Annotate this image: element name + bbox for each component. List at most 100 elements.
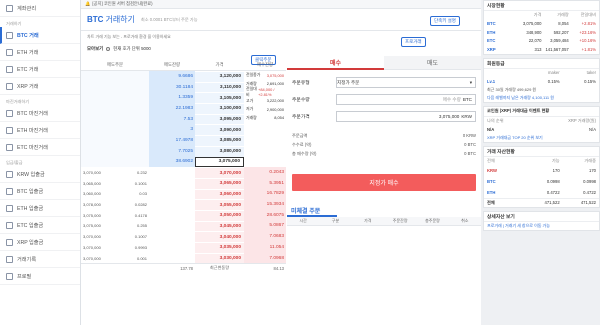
bid-row[interactable]: 3,078,000 0.0282 3,055,000 15.3934 bbox=[81, 199, 286, 210]
bid-row[interactable]: 3,075,000 0.4178 3,050,000 28.6075 bbox=[81, 209, 286, 221]
bid-row[interactable]: 3,060,000 0.03 3,060,000 16.7829 bbox=[81, 188, 286, 200]
ask-row[interactable]: 3 3,090,000 bbox=[81, 124, 286, 136]
sidebar-item[interactable]: 프로필 bbox=[0, 268, 80, 285]
tab-sell[interactable]: 매도 bbox=[384, 56, 481, 70]
sidebar-item[interactable]: ETH 입출금 bbox=[0, 200, 80, 217]
event-panel: 코인원 (XRP) 거래대금 이벤트 현황 나의 순위 XRP 거래량(원) N… bbox=[483, 105, 600, 143]
bid-price[interactable]: 3,055,000 bbox=[195, 199, 244, 210]
sidebar-item[interactable]: XRP 입출금 bbox=[0, 234, 80, 251]
group-toggle[interactable]: 모아보기 현재 호가 단위 5000 bbox=[87, 46, 151, 52]
market-coin[interactable]: ETH bbox=[487, 30, 514, 35]
ask-price[interactable]: 3,095,000 bbox=[195, 113, 244, 125]
sidebar-item[interactable]: 계좌관리 bbox=[0, 0, 80, 17]
ask-order-cell[interactable] bbox=[81, 92, 149, 104]
radio-icon[interactable] bbox=[106, 47, 111, 51]
ask-order-cell[interactable] bbox=[81, 145, 149, 157]
ask-row[interactable]: 17.4978 3,085,000 bbox=[81, 135, 286, 146]
ask-order-cell[interactable] bbox=[81, 113, 149, 125]
bid-row[interactable]: 3,070,000 0.232 3,070,000 0.2043 bbox=[81, 167, 286, 178]
sidebar-item[interactable]: BTC 거래 bbox=[0, 27, 80, 44]
ask-order-cell[interactable] bbox=[81, 71, 149, 82]
ask-price[interactable]: 3,110,000 bbox=[195, 81, 244, 93]
event-values: N/A N/A bbox=[484, 125, 599, 134]
menu-icon bbox=[6, 255, 13, 263]
ask-order-cell[interactable] bbox=[81, 103, 149, 114]
bid-my-order[interactable]: 3,070,000 0.001 bbox=[81, 252, 149, 264]
ask-price[interactable]: 3,100,000 bbox=[195, 103, 244, 114]
ask-price[interactable]: 3,080,000 bbox=[195, 145, 244, 157]
market-coin[interactable]: BTC bbox=[487, 21, 514, 26]
ask-price[interactable]: 3,120,000 bbox=[195, 71, 244, 82]
sidebar-item[interactable]: ETC 거래 bbox=[0, 61, 80, 78]
asset-coin: KRW bbox=[487, 168, 497, 173]
bid-price[interactable]: 3,030,000 bbox=[195, 252, 244, 264]
bid-my-order[interactable]: 3,075,000 0.255 bbox=[81, 220, 149, 232]
unfilled-title[interactable]: 미체결 주문 bbox=[287, 206, 337, 217]
bid-my-order[interactable]: 3,070,000 0.232 bbox=[81, 167, 149, 178]
bid-row[interactable]: 3,070,000 0.1007 3,040,000 7.0683 bbox=[81, 231, 286, 242]
market-price: 313 bbox=[534, 46, 542, 52]
bid-price[interactable]: 3,050,000 bbox=[195, 209, 244, 221]
ask-price[interactable]: 3,075,000 bbox=[195, 156, 244, 168]
sidebar-item[interactable]: ETC 입출금 bbox=[0, 217, 80, 234]
fee-note2[interactable]: 다음 레벨까지 남은 거래량 4,100,111 원 bbox=[484, 94, 599, 102]
ask-price[interactable]: 3,090,000 bbox=[195, 124, 244, 136]
sidebar-item[interactable]: ETH 마진거래 bbox=[0, 122, 80, 139]
ask-order-cell[interactable] bbox=[81, 81, 149, 93]
sidebar-item[interactable]: BTC 입출금 bbox=[0, 183, 80, 200]
market-row[interactable]: BTC 3,075,000 8,054 +2.81% bbox=[484, 20, 599, 29]
bid-my-order[interactable]: 3,075,000 0.4178 bbox=[81, 209, 149, 221]
sidebar-item[interactable]: 거래기록 bbox=[0, 251, 80, 268]
pro-note[interactable]: 프로거래 | 거래기 새 창으로 이동 가능 bbox=[484, 222, 599, 230]
ask-price[interactable]: 3,085,000 bbox=[195, 135, 244, 146]
market-info-row: 고가 3,222,000 bbox=[244, 97, 286, 106]
notice-bar[interactable]: 🔔 [공지] 코인원 서버 점검안내(완료) bbox=[81, 0, 481, 9]
sidebar-item[interactable]: XRP 거래 bbox=[0, 78, 80, 95]
ask-order-cell[interactable] bbox=[81, 135, 149, 146]
sidebar-item[interactable]: ETH 거래 bbox=[0, 44, 80, 61]
bid-price[interactable]: 3,035,000 bbox=[195, 242, 244, 253]
market-row[interactable]: ETH 348,900 592,207 +23.16% bbox=[484, 28, 599, 37]
ask-price[interactable]: 3,105,000 bbox=[195, 92, 244, 104]
order-price-input[interactable]: 3,075,000 KRW bbox=[336, 111, 476, 122]
ask-order-cell[interactable] bbox=[81, 156, 149, 168]
order-qty-input[interactable]: 매수 수량 BTC bbox=[336, 94, 476, 105]
tab-buy[interactable]: 매수 bbox=[287, 56, 384, 70]
ask-row[interactable]: 38.6902 3,075,000 bbox=[81, 156, 286, 168]
bid-price[interactable]: 3,060,000 bbox=[195, 188, 244, 200]
bid-my-order[interactable]: 3,065,000 0.1001 bbox=[81, 177, 149, 189]
notice-text[interactable]: [공지] 코인원 서버 점검안내(완료) bbox=[92, 1, 152, 7]
market-coin[interactable]: XRP bbox=[487, 47, 514, 52]
bid-my-order[interactable]: 3,070,000 0.9993 bbox=[81, 242, 149, 253]
order-type-row: 주문유형 지정가 주문 ▾ bbox=[287, 74, 481, 91]
pro-trade-button[interactable]: 프로거래 bbox=[401, 37, 426, 47]
bid-row[interactable]: 3,070,000 0.001 3,030,000 7.0968 bbox=[81, 252, 286, 264]
event-link[interactable]: XRP 거래대금 TOP 20 순위 보기 bbox=[484, 134, 599, 142]
sidebar-item[interactable]: KRW 입출금 bbox=[0, 166, 80, 183]
order-type-select[interactable]: 지정가 주문 ▾ bbox=[336, 77, 476, 88]
submit-buy-button[interactable]: 지정가 매수 bbox=[292, 174, 476, 191]
ask-qty: 1.3359 bbox=[149, 92, 195, 104]
bid-price[interactable]: 3,040,000 bbox=[195, 231, 244, 242]
bid-qty: 5.3951 bbox=[244, 177, 286, 189]
bid-my-order[interactable]: 3,060,000 0.03 bbox=[81, 188, 149, 200]
sidebar-item[interactable]: BTC 마진거래 bbox=[0, 105, 80, 122]
market-row[interactable]: ETC 22,070 3,059,484 +10.16% bbox=[484, 37, 599, 46]
group-label: 모아보기 bbox=[87, 46, 104, 51]
bid-my-order[interactable]: 3,070,000 0.1007 bbox=[81, 231, 149, 242]
bid-price[interactable]: 3,045,000 bbox=[195, 220, 244, 232]
ask-row[interactable]: 7.7025 3,080,000 bbox=[81, 145, 286, 157]
market-coin[interactable]: ETC bbox=[487, 38, 514, 43]
ask-order-cell[interactable] bbox=[81, 124, 149, 136]
shortcut-guide-button[interactable]: 단축키 설명 bbox=[430, 16, 460, 26]
bid-price[interactable]: 3,065,000 bbox=[195, 177, 244, 189]
bid-my-order[interactable]: 3,078,000 0.0282 bbox=[81, 199, 149, 210]
bid-row[interactable]: 3,075,000 0.255 3,045,000 5.0867 bbox=[81, 220, 286, 232]
bid-row[interactable]: 3,070,000 0.9993 3,035,000 11.054 bbox=[81, 242, 286, 253]
bid-price[interactable]: 3,070,000 bbox=[195, 167, 244, 178]
detail-link[interactable]: 상세자산 보기 bbox=[484, 212, 599, 222]
sidebar-item[interactable]: ETC 마진거래 bbox=[0, 139, 80, 156]
market-row[interactable]: XRP 313 141,567,057 +1.81% bbox=[484, 45, 599, 54]
info-key: 저가 bbox=[246, 106, 254, 112]
bid-row[interactable]: 3,065,000 0.1001 3,065,000 5.3951 bbox=[81, 177, 286, 189]
